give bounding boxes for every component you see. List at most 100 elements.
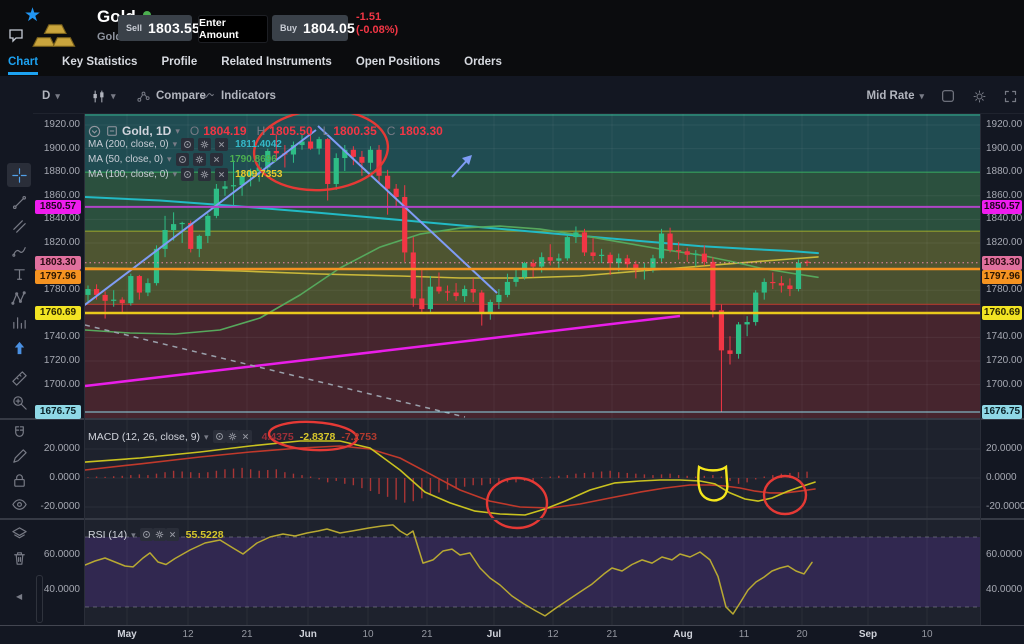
indicator-settings-icon[interactable]: [198, 138, 211, 151]
drawing-tool-icon[interactable]: [7, 444, 31, 468]
tab-key-statistics[interactable]: Key Statistics: [62, 48, 137, 76]
change-value: -1.51: [356, 11, 398, 24]
collapse-legend-icon[interactable]: [88, 125, 101, 138]
time-axis-label: 11: [729, 629, 759, 640]
fullscreen-icon[interactable]: [1003, 89, 1018, 104]
remove-drawings-tool-icon[interactable]: [7, 546, 31, 570]
pane-divider[interactable]: [0, 418, 1024, 420]
axis-label: 1900.00: [986, 143, 1022, 155]
time-axis-label: 21: [597, 629, 627, 640]
parallel-channel-tool-icon[interactable]: [7, 214, 31, 238]
indicator-eye-icon[interactable]: [181, 138, 194, 151]
time-axis-label: 12: [538, 629, 568, 640]
macd-caret-icon[interactable]: ▾: [204, 432, 209, 443]
feed-bubble-icon[interactable]: [8, 27, 24, 48]
symbol-caret-icon[interactable]: ▾: [175, 126, 180, 137]
interval-button[interactable]: D▾: [42, 84, 60, 108]
hide-drawings-tool-icon[interactable]: [7, 492, 31, 516]
sell-price: 1803.55: [148, 20, 200, 36]
forecast-tool-icon[interactable]: [7, 310, 31, 334]
axis-label: 1740.00: [34, 331, 80, 343]
indicator-settings-icon[interactable]: [198, 168, 211, 181]
sell-button[interactable]: Sell 1803.55: [118, 15, 192, 41]
object-tree-tool-icon[interactable]: [7, 522, 31, 546]
amount-input[interactable]: Enter Amount: [198, 15, 268, 43]
indicator-settings-icon[interactable]: [226, 430, 239, 443]
pane-divider[interactable]: [0, 518, 1024, 520]
compare-button[interactable]: Compare: [136, 84, 206, 108]
chart-style-button[interactable]: ▾: [91, 84, 116, 108]
rate-selector[interactable]: Mid Rate▾: [867, 90, 924, 102]
instrument-tabs: Chart Key Statistics Profile Related Instru…: [8, 48, 502, 76]
gear-icon[interactable]: [972, 89, 987, 104]
tab-chart[interactable]: Chart: [8, 48, 38, 76]
indicator-eye-icon[interactable]: [213, 430, 226, 443]
ma-label[interactable]: MA (200, close, 0): [88, 139, 169, 150]
indicator-close-icon[interactable]: [239, 430, 252, 443]
indicator-eye-icon[interactable]: [181, 168, 194, 181]
rsi-label[interactable]: RSI (14): [88, 529, 127, 541]
buy-price: 1804.05: [303, 20, 355, 36]
brush-tool-icon[interactable]: [7, 238, 31, 262]
text-tool-icon[interactable]: [7, 262, 31, 286]
snapshot-icon[interactable]: [940, 88, 956, 104]
time-axis-label: 10: [912, 629, 942, 640]
compare-label: Compare: [156, 90, 206, 102]
trend-line-tool-icon[interactable]: [7, 190, 31, 214]
time-axis-label: 20: [787, 629, 817, 640]
zoom-in-tool-icon[interactable]: [7, 390, 31, 414]
collapse-panel-icon[interactable]: ◀: [16, 592, 22, 601]
macd-value: -7.2753: [341, 431, 377, 443]
crosshair-tool-icon[interactable]: [7, 163, 31, 187]
arrow-tool-icon[interactable]: [7, 336, 31, 360]
indicator-close-icon[interactable]: [215, 138, 228, 151]
magnet-tool-icon[interactable]: [7, 420, 31, 444]
indicator-eye-icon[interactable]: [176, 153, 189, 166]
lock-tool-icon[interactable]: [7, 468, 31, 492]
macd-value: 4.4375: [262, 431, 294, 443]
indicators-button[interactable]: Indicators: [200, 84, 276, 108]
buy-label: Buy: [280, 23, 297, 33]
toolbar-scrollbar[interactable]: [36, 575, 43, 623]
price-level-badge: 1676.75: [35, 405, 81, 419]
buy-button[interactable]: Buy 1804.05: [272, 15, 348, 41]
indicator-close-icon[interactable]: [215, 168, 228, 181]
axis-label: 0.0000: [34, 472, 80, 484]
indicator-close-icon[interactable]: [166, 528, 179, 541]
indicator-settings-icon[interactable]: [153, 528, 166, 541]
trading-app: ★ Gold Gold Sell 1803.55 Enter Amount Bu…: [0, 0, 1024, 644]
xabcd-pattern-tool-icon[interactable]: [7, 286, 31, 310]
tab-profile[interactable]: Profile: [161, 48, 197, 76]
ma-label[interactable]: MA (50, close, 0): [88, 154, 163, 165]
axis-label: 60.0000: [986, 549, 1022, 561]
time-axis-label: Jun: [293, 629, 323, 640]
indicator-close-icon[interactable]: [210, 153, 223, 166]
axis-label: 1700.00: [986, 379, 1022, 391]
tab-related-instruments[interactable]: Related Instruments: [221, 48, 332, 76]
time-axis-label: 21: [232, 629, 262, 640]
axis-label: 1700.00: [34, 379, 80, 391]
time-axis-label: Aug: [668, 629, 698, 640]
legend-settings-icon[interactable]: [105, 125, 118, 138]
ruler-tool-icon[interactable]: [7, 366, 31, 390]
high-label: H: [257, 124, 266, 138]
indicator-eye-icon[interactable]: [140, 528, 153, 541]
axis-label: 1920.00: [34, 119, 80, 131]
ma-legend-row: MA (200, close, 0)▾1811.4042: [88, 138, 282, 151]
tab-open-positions[interactable]: Open Positions: [356, 48, 440, 76]
change-percent: (-0.08%): [356, 24, 398, 37]
low-value: 1800.35: [333, 124, 376, 138]
rsi-value: 55.5228: [186, 529, 224, 541]
rsi-caret-icon[interactable]: ▾: [131, 530, 136, 541]
rsi-legend: RSI (14) ▾ 55.5228: [88, 528, 224, 542]
symbol-name[interactable]: Gold, 1D: [122, 124, 171, 138]
tab-orders[interactable]: Orders: [464, 48, 502, 76]
indicator-settings-icon[interactable]: [193, 153, 206, 166]
indicators-label: Indicators: [221, 90, 276, 102]
axis-label: 60.0000: [34, 549, 80, 561]
ma-label[interactable]: MA (100, close, 0): [88, 169, 169, 180]
ma-value: 1790.8696: [230, 154, 277, 165]
macd-label[interactable]: MACD (12, 26, close, 9): [88, 431, 200, 443]
time-axis[interactable]: May1221Jun1021Jul1221Aug1120Sep10: [0, 626, 1024, 644]
drawing-toolbar: [0, 76, 33, 644]
